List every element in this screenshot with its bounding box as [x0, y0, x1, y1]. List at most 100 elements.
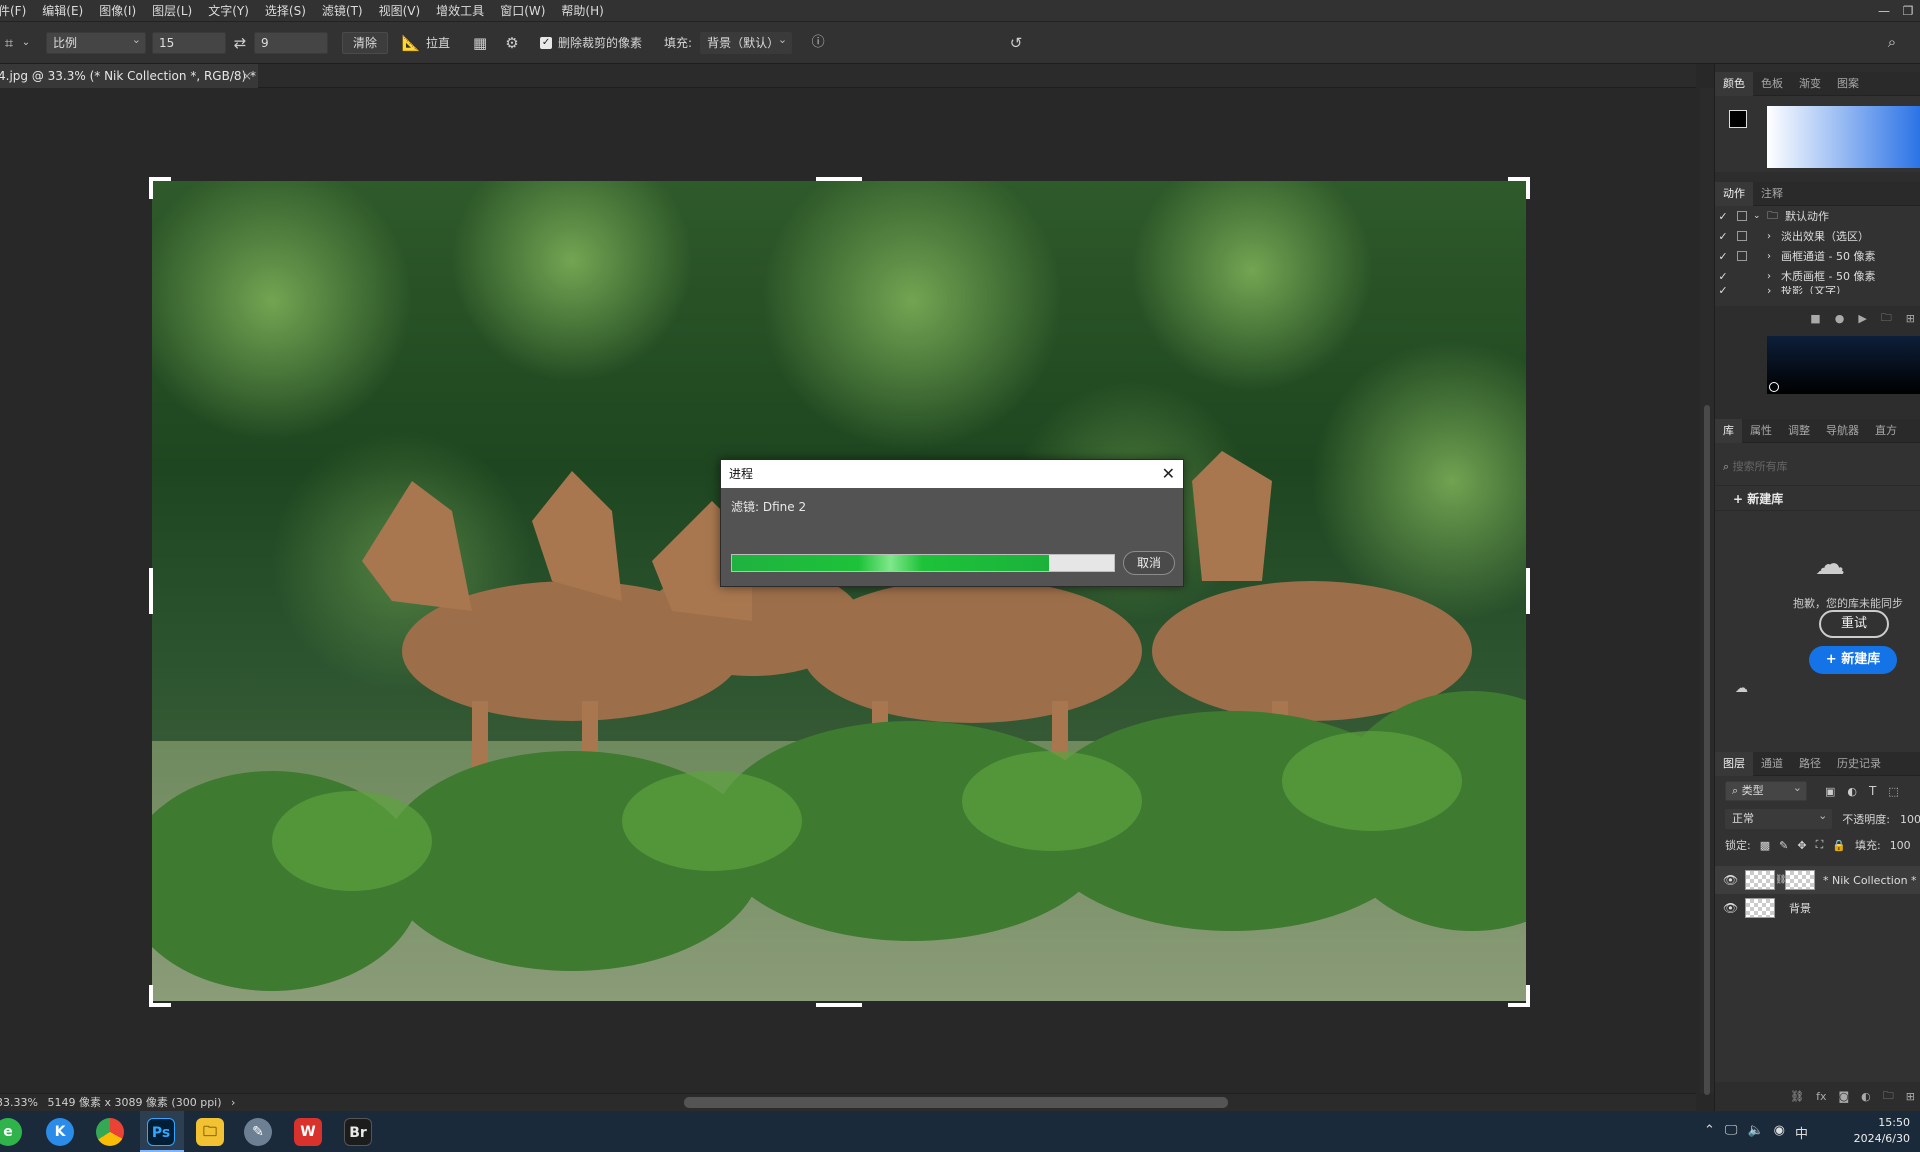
tab-layers[interactable]: 图层 — [1715, 751, 1753, 776]
action-row[interactable]: ✓ ⌄ 🗀 默认动作 — [1715, 206, 1920, 226]
check-icon[interactable]: ✓ — [1715, 270, 1731, 283]
crop-handle-top-right[interactable] — [1508, 177, 1530, 199]
new-layer-icon[interactable]: ⊞ — [1906, 1090, 1915, 1103]
menu-help[interactable]: 帮助(H) — [553, 0, 611, 22]
swap-icon[interactable]: ⇄ — [226, 33, 254, 53]
check-icon[interactable]: ✓ — [1715, 250, 1731, 263]
ime-indicator[interactable]: 中 — [1795, 1123, 1808, 1142]
color-field[interactable] — [1767, 336, 1920, 394]
status-arrow-icon[interactable]: › — [231, 1096, 235, 1109]
menu-edit[interactable]: 编辑(E) — [34, 0, 91, 22]
action-row[interactable]: ✓ › 画框通道 - 50 像素 — [1715, 246, 1920, 266]
dialog-toggle-icon[interactable] — [1737, 251, 1747, 261]
tab-libraries[interactable]: 库 — [1715, 418, 1742, 443]
crop-handle-top-left[interactable] — [149, 177, 171, 199]
tab-swatches[interactable]: 色板 — [1753, 72, 1791, 96]
tab-history[interactable]: 历史记录 — [1829, 752, 1889, 776]
crop-handle-bottom-right[interactable] — [1508, 985, 1530, 1007]
new-action-icon[interactable]: ⊞ — [1906, 312, 1915, 325]
folder-icon[interactable]: 🗀 — [1881, 309, 1892, 328]
vertical-scrollbar[interactable] — [1704, 405, 1710, 1095]
color-picker-cursor[interactable] — [1769, 382, 1779, 392]
bridge-icon[interactable]: Br — [344, 1118, 372, 1146]
lock-transparent-icon[interactable]: ▩ — [1760, 839, 1770, 852]
layer-row-nik[interactable]: 👁 ⛓ * Nik Collection * — [1715, 866, 1920, 894]
layer-mask-thumbnail[interactable] — [1785, 870, 1815, 890]
ratio-select[interactable]: 比例 — [46, 30, 146, 54]
horizontal-scrollbar[interactable] — [684, 1097, 1228, 1108]
paint-icon[interactable]: ✎ — [244, 1118, 272, 1146]
tab-paths[interactable]: 路径 — [1791, 752, 1829, 776]
foreground-color-swatch[interactable] — [1729, 110, 1747, 128]
restore-button[interactable]: ❐ — [1896, 0, 1920, 22]
app-icon-k[interactable]: K — [46, 1118, 74, 1146]
dialog-titlebar[interactable]: 进程 ✕ — [721, 460, 1183, 488]
close-icon[interactable]: × — [242, 64, 252, 88]
library-search-input[interactable]: ⌕ 搜索所有库 — [1723, 455, 1913, 479]
tab-properties[interactable]: 属性 — [1742, 419, 1780, 443]
type-filter-icon[interactable]: T — [1869, 784, 1876, 798]
tab-notes[interactable]: 注释 — [1753, 182, 1791, 206]
dialog-toggle-icon[interactable] — [1737, 231, 1747, 241]
chevron-right-icon[interactable]: › — [1767, 286, 1781, 294]
clock[interactable]: 15:50 2024/6/30 — [1830, 1115, 1910, 1147]
menu-file[interactable]: 文件(F) — [0, 0, 34, 22]
check-icon[interactable]: ✓ — [1715, 286, 1731, 294]
tab-channels[interactable]: 通道 — [1753, 752, 1791, 776]
eye-icon[interactable]: 👁 — [1723, 901, 1745, 915]
tray-app-icon[interactable]: ◉ — [1774, 1123, 1785, 1142]
volume-icon[interactable]: 🔈 — [1747, 1123, 1763, 1142]
lock-artboard-icon[interactable]: ⛶ — [1816, 838, 1824, 852]
chevron-down-icon[interactable]: ⌄ — [20, 33, 32, 53]
chevron-right-icon[interactable]: › — [1767, 271, 1781, 282]
chevron-down-icon[interactable]: ⌄ — [1753, 211, 1767, 221]
chevron-up-icon[interactable]: ⌃ — [1704, 1123, 1715, 1142]
gear-icon[interactable]: ⚙ — [498, 33, 526, 53]
crop-handle-top[interactable] — [816, 177, 862, 181]
fill-select[interactable]: 背景（默认） — [700, 30, 793, 54]
photoshop-icon[interactable]: Ps — [147, 1118, 175, 1146]
minimize-button[interactable]: — — [1872, 0, 1896, 22]
wps-icon[interactable]: W — [294, 1118, 322, 1146]
tab-actions[interactable]: 动作 — [1715, 181, 1753, 206]
link-layers-icon[interactable]: ⛓ — [1790, 1090, 1804, 1103]
chevron-right-icon[interactable]: › — [1767, 231, 1781, 242]
menu-layer[interactable]: 图层(L) — [144, 0, 200, 22]
tab-adjustments[interactable]: 调整 — [1780, 419, 1818, 443]
link-icon[interactable]: ⛓ — [1775, 875, 1786, 885]
crop-tool-icon[interactable]: ⌗ — [0, 33, 20, 53]
dialog-toggle-icon[interactable] — [1737, 286, 1747, 294]
tab-gradients[interactable]: 渐变 — [1791, 72, 1829, 96]
tab-navigator[interactable]: 导航器 — [1818, 419, 1867, 443]
menu-plugins[interactable]: 增效工具 — [428, 0, 492, 22]
dialog-toggle-icon[interactable] — [1737, 271, 1747, 281]
play-icon[interactable]: ▶ — [1858, 312, 1866, 325]
fx-icon[interactable]: fx — [1816, 1090, 1826, 1103]
dialog-toggle-icon[interactable] — [1737, 211, 1747, 221]
menu-image[interactable]: 图像(I) — [91, 0, 144, 22]
document-tab[interactable]: 图4.jpg @ 33.3% (* Nik Collection *, RGB/… — [0, 64, 258, 88]
action-row[interactable]: ✓ › 木质画框 - 50 像素 — [1715, 266, 1920, 286]
lock-position-icon[interactable]: ✥ — [1797, 839, 1806, 852]
menu-filter[interactable]: 滤镜(T) — [314, 0, 371, 22]
search-icon[interactable]: ⌕ — [1882, 32, 1902, 52]
action-row[interactable]: ✓ › 投影（文字） — [1715, 286, 1920, 294]
close-icon[interactable]: ✕ — [1162, 460, 1175, 488]
shape-filter-icon[interactable]: ⬚ — [1888, 785, 1898, 798]
tab-color[interactable]: 颜色 — [1715, 71, 1753, 96]
folder-icon[interactable]: 🗀 — [1883, 1087, 1894, 1106]
record-icon[interactable]: ● — [1835, 312, 1845, 325]
network-icon[interactable]: 🖵 — [1725, 1123, 1738, 1142]
fill-input[interactable]: 100 — [1890, 839, 1911, 852]
chevron-right-icon[interactable]: › — [1767, 251, 1781, 262]
crop-height-input[interactable]: 9 — [254, 31, 328, 54]
crop-handle-bottom[interactable] — [816, 1003, 862, 1007]
reset-icon[interactable]: ↺ — [1002, 33, 1030, 53]
info-icon[interactable]: ⓘ — [804, 33, 832, 53]
zoom-level[interactable]: 33.33% — [0, 1096, 38, 1109]
eye-icon[interactable]: 👁 — [1723, 873, 1745, 887]
cloud-icon[interactable]: ☁ — [1735, 681, 1748, 696]
layer-filter-select[interactable]: ⌕ 类型 — [1725, 779, 1807, 801]
file-explorer-icon[interactable]: 🗀 — [196, 1118, 224, 1146]
crop-handle-left[interactable] — [149, 568, 153, 614]
